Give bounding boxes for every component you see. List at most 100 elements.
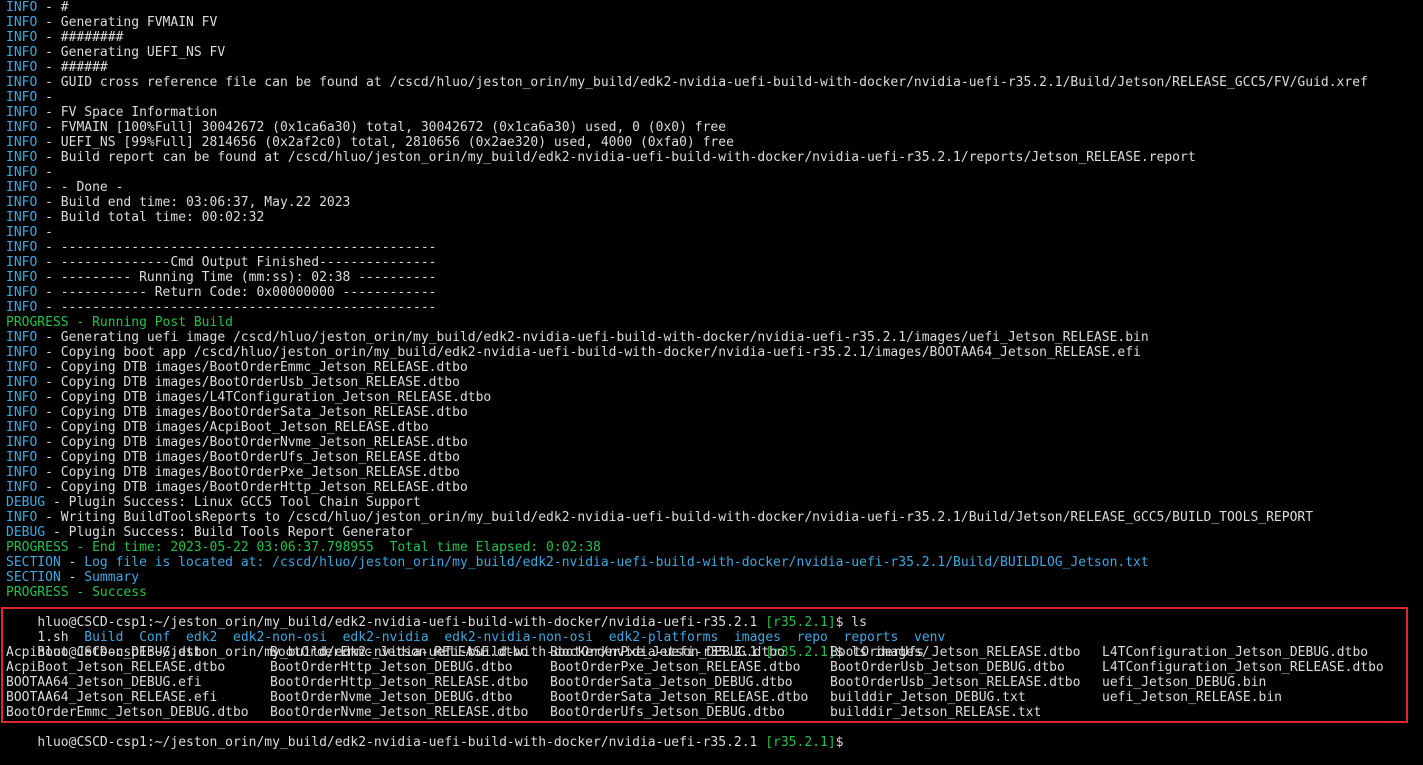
log-level-tag: INFO	[6, 300, 38, 315]
log-line: INFO - Generating uefi image /cscd/hluo/…	[6, 330, 1149, 345]
log-level-tag: DEBUG	[6, 525, 46, 540]
log-message: Build report can be found at /cscd/hluo/…	[60, 150, 1196, 165]
log-message: --------------Cmd Output Finished-------…	[60, 255, 437, 270]
log-message: Plugin Success: Linux GCC5 Tool Chain Su…	[68, 495, 421, 510]
log-message: GUID cross reference file can be found a…	[60, 75, 1368, 90]
log-message: End time: 2023-05-22 03:06:37.798955 Tot…	[92, 540, 601, 555]
log-separator: -	[37, 375, 61, 390]
log-level-tag: INFO	[6, 225, 38, 240]
log-line: INFO - Generating UEFI_NS FV	[6, 45, 225, 60]
log-separator: -	[37, 15, 61, 30]
log-separator: -	[37, 300, 61, 315]
file-entry: BootOrderNvme_Jetson_DEBUG.dtbo	[270, 690, 513, 705]
log-message: Copying DTB images/BootOrderNvme_Jetson_…	[60, 435, 468, 450]
log-level-tag: INFO	[6, 75, 38, 90]
log-level-tag: INFO	[6, 30, 38, 45]
log-message: FVMAIN [100%Full] 30042672 (0x1ca6a30) t…	[60, 120, 727, 135]
file-entry: BOOTAA64_Jetson_RELEASE.efi	[6, 690, 218, 705]
log-message: ########	[60, 30, 124, 45]
log-separator: -	[37, 450, 61, 465]
prompt-user-host: hluo@CSCD-csp1:	[37, 735, 155, 750]
file-entry: AcpiBoot_Jetson_DEBUG.dtbo	[6, 645, 210, 660]
log-line: PROGRESS - Running Post Build	[6, 315, 233, 330]
log-separator: -	[37, 360, 61, 375]
log-message: Generating UEFI_NS FV	[60, 45, 226, 60]
log-level-tag: PROGRESS	[6, 585, 69, 600]
log-separator: -	[37, 105, 61, 120]
log-level-tag: INFO	[6, 0, 38, 15]
log-separator: -	[60, 555, 85, 570]
log-message: Copying DTB images/BootOrderPxe_Jetson_R…	[60, 465, 460, 480]
file-entry: BootOrderPxe_Jetson_DEBUG.dtbo	[550, 645, 785, 660]
log-message: Summary	[84, 570, 140, 585]
ls-images-row: AcpiBoot_Jetson_DEBUG.dtbo BootOrderEmmc_…	[0, 645, 1423, 660]
prompt-ls-images: hluo@CSCD-csp1:~/jeston_orin/my_build/ed…	[6, 630, 929, 660]
log-level-tag: INFO	[6, 480, 38, 495]
log-level-tag: INFO	[6, 210, 38, 225]
log-line: INFO - Copying DTB images/AcpiBoot_Jetso…	[6, 420, 429, 435]
file-entry: BootOrderPxe_Jetson_RELEASE.dtbo	[550, 660, 801, 675]
log-line: INFO - --------------Cmd Output Finished…	[6, 255, 436, 270]
file-entry: BootOrderHttp_Jetson_RELEASE.dtbo	[270, 675, 529, 690]
log-level-tag: INFO	[6, 345, 38, 360]
log-line: SECTION - Log file is located at: /cscd/…	[6, 555, 1149, 570]
log-separator: -	[37, 240, 61, 255]
prompt-branch: [r35.2.1]	[765, 735, 836, 750]
file-entry: BootOrderEmmc_Jetson_DEBUG.dtbo	[6, 705, 249, 720]
log-separator: -	[37, 435, 61, 450]
ls-images-row: AcpiBoot_Jetson_RELEASE.dtbo BootOrderHtt…	[0, 660, 1423, 675]
log-message: Success	[92, 585, 147, 600]
log-message: Log file is located at: /cscd/hluo/jesto…	[84, 555, 1149, 570]
log-message: Plugin Success: Build Tools Report Gener…	[68, 525, 413, 540]
log-separator: -	[37, 75, 61, 90]
file-entry: BootOrderEmmc_Jetson_RELEASE.dtbo	[270, 645, 529, 660]
log-line: INFO - GUID cross reference file can be …	[6, 75, 1368, 90]
file-entry: BootOrderSata_Jetson_RELEASE.dtbo	[550, 690, 809, 705]
log-message: Copying DTB images/BootOrderUfs_Jetson_R…	[60, 450, 460, 465]
log-line: PROGRESS - Success	[6, 585, 147, 600]
file-entry: AcpiBoot_Jetson_RELEASE.dtbo	[6, 660, 226, 675]
log-level-tag: DEBUG	[6, 495, 46, 510]
log-separator: -	[37, 420, 61, 435]
log-level-tag: INFO	[6, 180, 38, 195]
ls-root-output: 1.sh Build Conf edk2 edk2-non-osi edk2-n…	[6, 615, 945, 645]
log-separator: -	[37, 210, 61, 225]
log-message: ----------------------------------------…	[60, 300, 437, 315]
log-line: INFO - Build end time: 03:06:37, May.22 …	[6, 195, 350, 210]
log-level-tag: INFO	[6, 375, 38, 390]
log-separator: -	[37, 0, 61, 15]
log-level-tag: INFO	[6, 390, 38, 405]
log-line: INFO - FV Space Information	[6, 105, 217, 120]
log-level-tag: INFO	[6, 45, 38, 60]
file-entry: BootOrderSata_Jetson_DEBUG.dtbo	[550, 675, 793, 690]
ls-images-row: BootOrderEmmc_Jetson_DEBUG.dtbo BootOrder…	[0, 705, 1423, 720]
log-separator: -	[45, 495, 69, 510]
log-level-tag: INFO	[6, 15, 38, 30]
log-level-tag: SECTION	[6, 555, 61, 570]
log-level-tag: INFO	[6, 450, 38, 465]
log-line: INFO - ----------- Return Code: 0x000000…	[6, 285, 436, 300]
log-message: --------- Running Time (mm:ss): 02:38 --…	[60, 270, 437, 285]
log-separator: -	[37, 150, 61, 165]
prompt-command: $	[835, 735, 844, 750]
file-entry: BootOrderUfs_Jetson_RELEASE.dtbo	[830, 645, 1081, 660]
log-separator: -	[60, 570, 85, 585]
file-entry: builddir_Jetson_DEBUG.txt	[830, 690, 1026, 705]
log-message: Copying boot app /cscd/hluo/jeston_orin/…	[60, 345, 1141, 360]
log-line: INFO -	[6, 165, 61, 180]
log-separator: -	[37, 480, 61, 495]
log-message: Copying DTB images/BootOrderHttp_Jetson_…	[60, 480, 468, 495]
log-level-tag: INFO	[6, 165, 38, 180]
log-level-tag: INFO	[6, 360, 38, 375]
log-separator: -	[37, 285, 61, 300]
terminal-window[interactable]: INFO - # INFO - Generating FVMAIN FV INFO …	[0, 0, 1423, 750]
log-separator: -	[37, 330, 61, 345]
log-line: INFO - Copying DTB images/BootOrderHttp_…	[6, 480, 468, 495]
log-line: INFO - Copying DTB images/L4TConfigurati…	[6, 390, 491, 405]
log-line: INFO - #	[6, 0, 69, 15]
log-line: INFO - Copying boot app /cscd/hluo/jesto…	[6, 345, 1141, 360]
log-level-tag: INFO	[6, 420, 38, 435]
log-line: INFO - ---------------------------------…	[6, 240, 436, 255]
log-separator: -	[37, 60, 61, 75]
log-line: DEBUG - Plugin Success: Linux GCC5 Tool …	[6, 495, 421, 510]
